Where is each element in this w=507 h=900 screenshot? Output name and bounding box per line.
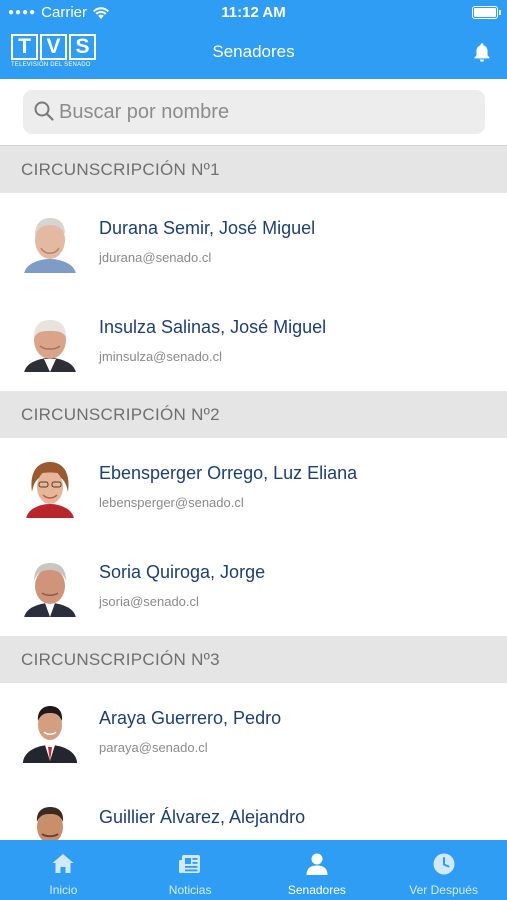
list-item[interactable]: Araya Guerrero, Pedro paraya@senado.cl (0, 683, 507, 782)
search-box[interactable] (23, 90, 485, 134)
senator-email[interactable]: jminsulza@senado.cl (99, 349, 222, 364)
person-icon (306, 853, 328, 875)
section-header: CIRCUNSCRIPCIÓN Nº2 (0, 391, 507, 438)
avatar (24, 563, 76, 617)
list-item[interactable]: Guillier Álvarez, Alejandro (0, 782, 507, 840)
status-time: 11:12 AM (221, 4, 286, 21)
list-item[interactable]: Durana Semir, José Miguel jdurana@senado… (0, 193, 507, 292)
tab-bar: Inicio Noticias Senadores Ver Después (0, 840, 507, 900)
avatar (26, 462, 74, 518)
list-item[interactable]: Ebensperger Orrego, Luz Eliana lebensper… (0, 438, 507, 537)
senator-name: Soria Quiroga, Jorge (99, 562, 266, 582)
senator-email[interactable]: jdurana@senado.cl (99, 250, 211, 265)
home-icon (52, 854, 74, 873)
tab-senadores[interactable]: Senadores (254, 840, 381, 900)
avatar (24, 218, 76, 273)
search-icon (34, 101, 54, 121)
search-bar (0, 79, 507, 146)
tab-label: Senadores (287, 883, 346, 897)
bell-icon[interactable] (471, 40, 493, 64)
avatar (36, 807, 64, 840)
tab-label: Inicio (49, 883, 78, 897)
page-title: Senadores (212, 42, 295, 61)
status-bar: ●●●● Carrier 11:12 AM (0, 0, 507, 26)
news-icon (179, 855, 201, 873)
section-header: CIRCUNSCRIPCIÓN Nº3 (0, 636, 507, 683)
senator-email[interactable]: lebensperger@senado.cl (99, 495, 244, 510)
senator-name: Guillier Álvarez, Alejandro (99, 807, 306, 827)
senator-email[interactable]: jsoria@senado.cl (99, 594, 199, 609)
avatar (23, 706, 77, 763)
tab-inicio[interactable]: Inicio (0, 840, 127, 900)
list-item[interactable]: Soria Quiroga, Jorge jsoria@senado.cl (0, 537, 507, 636)
logo-subtitle: TELEVISIÓN DEL SENADO (11, 62, 91, 68)
tab-label: Noticias (168, 883, 212, 897)
avatar (24, 320, 76, 372)
clock-icon (433, 853, 455, 875)
senator-name: Araya Guerrero, Pedro (99, 708, 282, 728)
section-header: CIRCUNSCRIPCIÓN Nº1 (0, 146, 507, 193)
senator-name: Ebensperger Orrego, Luz Eliana (99, 463, 358, 483)
tab-noticias[interactable]: Noticias (127, 840, 254, 900)
tab-label: Ver Después (409, 883, 478, 897)
list-item[interactable]: Insulza Salinas, José Miguel jminsulza@s… (0, 292, 507, 391)
senator-list[interactable]: CIRCUNSCRIPCIÓN Nº1 Durana Semir, José M… (0, 146, 507, 840)
battery-icon (472, 6, 501, 19)
senator-name: Insulza Salinas, José Miguel (99, 317, 327, 337)
senator-name: Durana Semir, José Miguel (99, 218, 316, 238)
senator-email[interactable]: paraya@senado.cl (99, 740, 208, 755)
tab-ver-despues[interactable]: Ver Después (380, 840, 507, 900)
app-header: ●●●● Carrier 11:12 AM T V S TELEVISIÓN D… (0, 0, 507, 79)
search-input[interactable] (59, 90, 469, 134)
